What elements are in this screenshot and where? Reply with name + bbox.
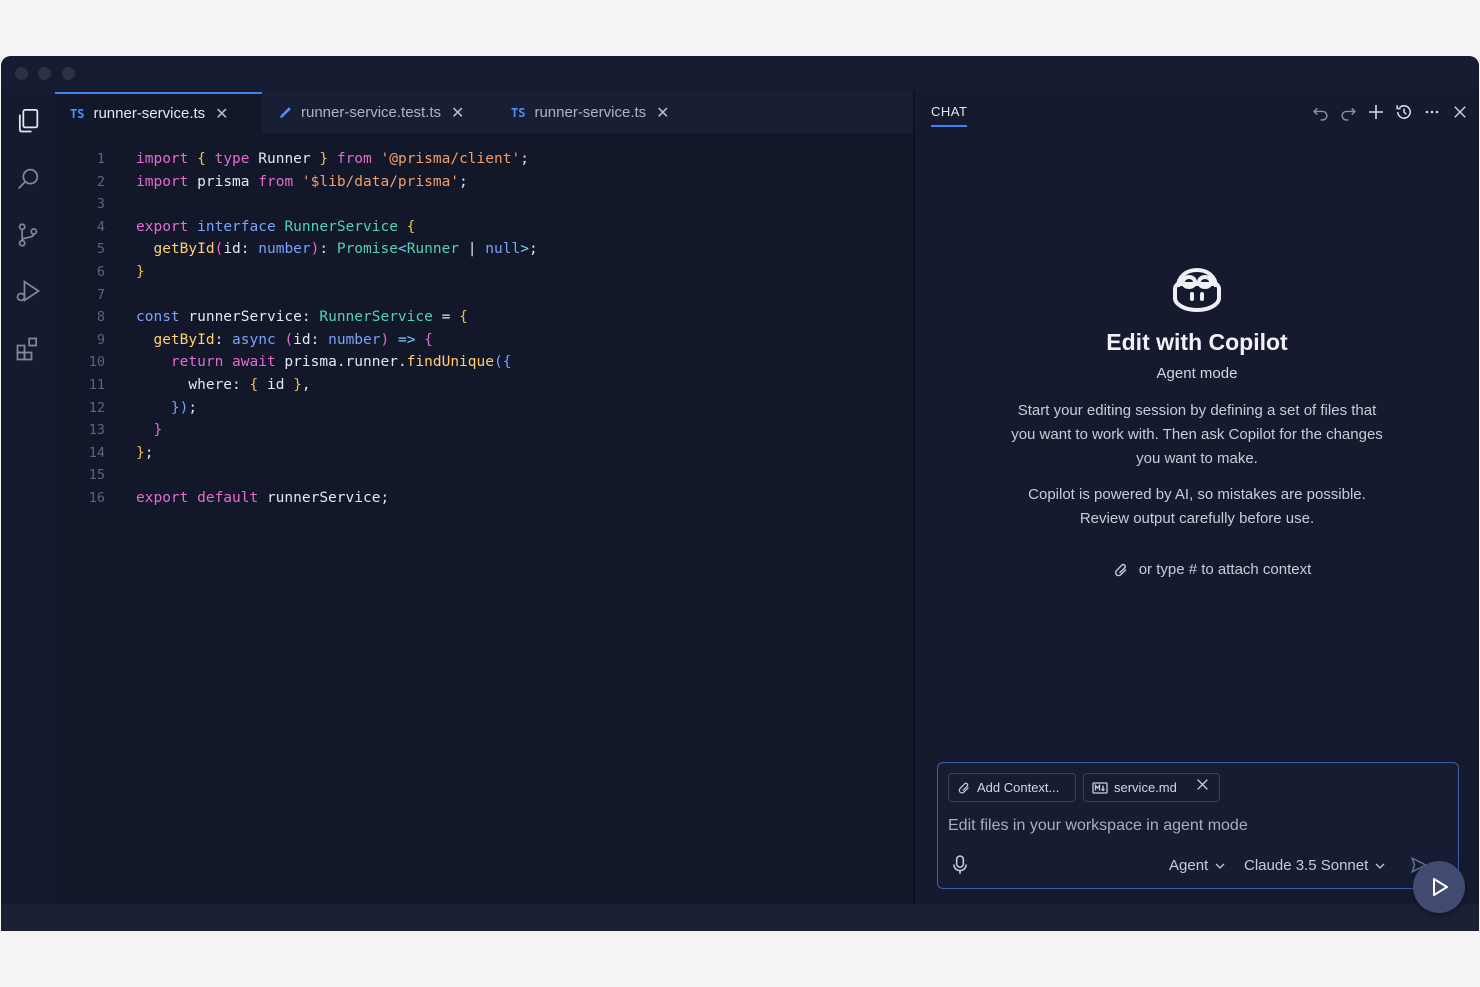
line-number: 2: [96, 173, 105, 190]
more-actions-icon[interactable]: [1423, 102, 1441, 122]
mode-label: Agent: [1169, 857, 1209, 874]
line-number: 13: [88, 422, 105, 439]
attach-hint-text: or type # to attach context: [1138, 561, 1312, 578]
welcome-description: Start your editing session by defining a…: [1011, 402, 1383, 467]
code-line: 9 getById: async (id: number) => {: [55, 329, 914, 352]
remove-file-icon[interactable]: [1196, 776, 1209, 796]
minimize-window-button[interactable]: [38, 67, 51, 80]
code-line: 13 }: [55, 419, 914, 442]
chat-toolbar: [1311, 102, 1469, 122]
status-bar: [1, 904, 1479, 931]
code-line: 10 return await prisma.runner.findUnique…: [55, 351, 914, 374]
search-icon[interactable]: [13, 164, 43, 194]
chat-panel: CHAT Edit with Copilot Agent mode Start …: [915, 92, 1479, 904]
line-number: 8: [96, 309, 105, 326]
extensions-icon[interactable]: [13, 334, 43, 364]
code-area[interactable]: 1 import { type Runner } from '@prisma/cl…: [55, 148, 914, 510]
code-line: 3: [55, 193, 914, 216]
line-number: 6: [96, 263, 105, 280]
chevron-down-icon: [1375, 863, 1385, 869]
code-line: 16 export default runnerService;: [55, 487, 914, 510]
chat-tab[interactable]: CHAT: [931, 104, 968, 127]
file-chip-label: service.md: [1114, 780, 1177, 795]
undo-icon[interactable]: [1311, 102, 1329, 122]
model-dropdown[interactable]: Claude 3.5 Sonnet: [1244, 857, 1385, 874]
mode-dropdown[interactable]: Agent: [1169, 857, 1225, 874]
line-number: 5: [96, 241, 105, 258]
close-window-button[interactable]: [15, 67, 28, 80]
code-editor: TS runner-service.ts ✕ runner-service.te…: [55, 92, 914, 904]
attach-context-hint[interactable]: or type # to attach context: [915, 561, 1479, 578]
line-number: 11: [88, 376, 105, 393]
run-debug-icon[interactable]: [13, 276, 43, 306]
line-number: 10: [88, 354, 105, 371]
tab-runner-service[interactable]: TS runner-service.ts ✕: [55, 92, 262, 133]
test-file-icon: [279, 107, 291, 119]
typescript-icon: TS: [511, 105, 526, 120]
paperclip-icon: [1114, 563, 1127, 576]
welcome-subtitle: Agent mode: [1156, 365, 1238, 382]
code-line: 1 import { type Runner } from '@prisma/cl…: [55, 148, 914, 171]
line-number: 7: [96, 286, 105, 303]
model-label: Claude 3.5 Sonnet: [1244, 857, 1369, 874]
add-context-label: Add Context...: [977, 780, 1060, 795]
redo-icon[interactable]: [1339, 102, 1357, 122]
close-panel-icon[interactable]: [1451, 102, 1469, 122]
activity-bar: [1, 92, 55, 904]
close-tab-icon[interactable]: ✕: [451, 103, 464, 123]
send-button[interactable]: [1413, 861, 1465, 913]
tab-label: runner-service.ts: [93, 105, 206, 122]
welcome-title: Edit with Copilot: [1106, 329, 1288, 355]
code-line: 12 });: [55, 397, 914, 420]
tab-label: runner-service.ts: [534, 104, 647, 121]
line-number: 14: [88, 444, 105, 461]
code-line: 5 getById(id: number): Promise<Runner | …: [55, 238, 914, 261]
code-line: 15: [55, 464, 914, 487]
line-number: 12: [88, 399, 105, 416]
close-tab-icon[interactable]: ✕: [215, 104, 228, 124]
markdown-icon: [1092, 781, 1108, 794]
chat-input-placeholder[interactable]: Edit files in your workspace in agent mo…: [948, 817, 1248, 835]
paperclip-icon: [958, 782, 969, 793]
ai-disclaimer: Copilot is powered by AI, so mistakes ar…: [1028, 486, 1366, 527]
line-number: 15: [88, 467, 105, 484]
add-context-button[interactable]: Add Context...: [948, 773, 1076, 802]
code-line: 6}: [55, 261, 914, 284]
line-number: 4: [96, 218, 105, 235]
new-chat-icon[interactable]: [1367, 102, 1385, 122]
ide-window: TS runner-service.ts ✕ runner-service.te…: [1, 56, 1479, 931]
maximize-window-button[interactable]: [62, 67, 75, 80]
line-number: 3: [96, 196, 105, 213]
code-line: 7: [55, 284, 914, 307]
typescript-icon: TS: [70, 106, 85, 121]
title-bar: [1, 56, 1479, 92]
play-icon: [1433, 878, 1448, 896]
close-tab-icon[interactable]: ✕: [656, 103, 669, 123]
line-number: 1: [96, 151, 105, 167]
source-control-icon[interactable]: [13, 220, 43, 250]
code-line: 2 import prisma from '$lib/data/prisma';: [55, 171, 914, 194]
code-line: 14};: [55, 442, 914, 465]
chat-welcome: Edit with Copilot Agent mode Start your …: [915, 267, 1479, 578]
code-line: 8 const runnerService: RunnerService = {: [55, 306, 914, 329]
code-line: 11 where: { id },: [55, 374, 914, 397]
copilot-icon: [1170, 267, 1224, 313]
chevron-down-icon: [1215, 863, 1225, 869]
chat-input-box: Add Context... service.md Edit files in …: [937, 762, 1459, 889]
tab-label: runner-service.test.ts: [301, 104, 442, 121]
tab-runner-service-test[interactable]: runner-service.test.ts ✕: [262, 92, 496, 133]
code-line: 4 export interface RunnerService {: [55, 216, 914, 239]
editor-tab-bar: TS runner-service.ts ✕ runner-service.te…: [55, 92, 914, 133]
tab-runner-service-2[interactable]: TS runner-service.ts ✕: [496, 92, 696, 133]
microphone-icon[interactable]: [951, 855, 969, 880]
line-number: 16: [88, 489, 105, 506]
history-icon[interactable]: [1395, 102, 1413, 122]
explorer-icon[interactable]: [13, 106, 43, 136]
line-number: 9: [96, 331, 105, 348]
